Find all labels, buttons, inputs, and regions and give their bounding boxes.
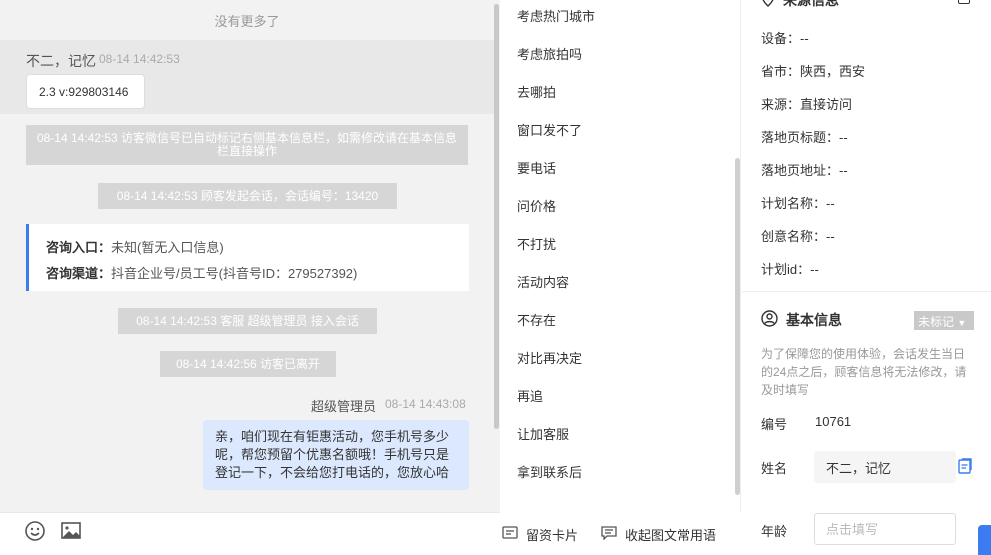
- quick-reply-item[interactable]: 不打扰: [517, 234, 556, 253]
- leave-card-button[interactable]: 留资卡片: [502, 525, 578, 544]
- source-landing-url: 落地页地址：--: [761, 163, 848, 178]
- mark-status-label: 未标记: [918, 315, 955, 329]
- source-creative-name: 创意名称：--: [761, 229, 835, 244]
- system-message-wechat-marked: 08-14 14:42:53 访客微信号已自动标记右侧基本信息栏，如需修改请在基…: [26, 125, 468, 165]
- message-icon: [601, 526, 617, 543]
- copy-icon[interactable]: [958, 0, 970, 4]
- quick-reply-item[interactable]: 要电话: [517, 158, 556, 177]
- image-icon[interactable]: [60, 520, 82, 542]
- chat-panel: 没有更多了 不二，记忆 08-14 14:42:53 2.3 v:9298031…: [0, 0, 500, 555]
- visitor-bubble: 2.3 v:929803146: [26, 74, 145, 109]
- collapse-replies-label: 收起图文常用语: [625, 528, 717, 543]
- source-origin: 来源：直接访问: [761, 97, 853, 112]
- source-plan-id: 计划id：--: [761, 262, 819, 277]
- age-input[interactable]: [814, 513, 956, 545]
- quick-reply-item[interactable]: 对比再决定: [517, 348, 582, 367]
- caret-down-icon: ▼: [957, 318, 967, 328]
- visitor-name: 不二，记忆: [26, 53, 96, 69]
- age-label: 年龄: [761, 524, 788, 539]
- quick-reply-item[interactable]: 活动内容: [517, 272, 569, 291]
- no-more-label: 没有更多了: [214, 14, 280, 29]
- quick-reply-item[interactable]: 拿到联系后: [517, 462, 582, 481]
- name-field[interactable]: 不二，记忆: [814, 451, 956, 483]
- system-message-agent-joined: 08-14 14:42:53 客服 超级管理员 接入会话: [118, 308, 377, 334]
- id-value: 10761: [815, 414, 852, 429]
- leave-card-label: 留资卡片: [526, 528, 579, 543]
- source-device: 设备：--: [761, 31, 809, 46]
- source-province-city: 省市：陕西，西安: [761, 64, 866, 79]
- quick-reply-item[interactable]: 问价格: [517, 196, 556, 215]
- basic-info-title-label: 基本信息: [786, 312, 842, 328]
- quick-reply-item[interactable]: 考虑旅拍吗: [517, 44, 582, 63]
- visitor-time: 08-14 14:42:53: [99, 52, 180, 66]
- agent-bubble: 亲，咱们现在有钜惠活动，您手机号多少呢，帮您预留个优惠名额哦！手机号只是登记一下…: [203, 420, 469, 490]
- name-label: 姓名: [761, 461, 788, 476]
- quick-reply-item[interactable]: 再追: [517, 386, 543, 405]
- quick-reply-item[interactable]: 考虑热门城市: [517, 6, 595, 25]
- system-message-visitor-left: 08-14 14:42:56 访客已离开: [160, 351, 336, 377]
- user-icon: [761, 310, 778, 330]
- chat-message-area[interactable]: 没有更多了 不二，记忆 08-14 14:42:53 2.3 v:9298031…: [0, 0, 500, 512]
- consult-entry: 咨询入口：未知(暂无入口信息): [46, 240, 224, 255]
- side-float-button[interactable]: [978, 525, 991, 555]
- source-landing-title: 落地页标题：--: [761, 130, 848, 145]
- quick-reply-item[interactable]: 不存在: [517, 310, 556, 329]
- consult-channel: 咨询渠道：抖音企业号/员工号(抖音号ID：279527392): [46, 266, 358, 281]
- quick-reply-item[interactable]: 让加客服: [517, 424, 569, 443]
- section-divider: [742, 291, 991, 292]
- chat-scrollbar-thumb[interactable]: [494, 4, 499, 429]
- edit-notice: 为了保障您的使用体验，会话发生当日的24点之后，顾客信息将无法修改，请及时填写: [761, 347, 967, 397]
- source-info-title: 来源信息: [761, 0, 839, 10]
- agent-time: 08-14 14:43:08: [385, 397, 466, 411]
- source-info-title-label: 来源信息: [783, 0, 839, 8]
- agent-name: 超级管理员: [311, 399, 377, 414]
- collapse-replies-button[interactable]: 收起图文常用语: [601, 525, 716, 544]
- edit-icon[interactable]: [958, 458, 972, 477]
- quick-reply-item[interactable]: 窗口发不了: [517, 120, 582, 139]
- quick-reply-item[interactable]: 去哪拍: [517, 82, 556, 101]
- smiley-icon[interactable]: [24, 520, 46, 542]
- source-plan-name: 计划名称：--: [761, 196, 835, 211]
- id-label: 编号: [761, 417, 788, 432]
- consult-info-card: 咨询入口：未知(暂无入口信息) 咨询渠道：抖音企业号/员工号(抖音号ID：279…: [26, 224, 469, 291]
- quick-replies-scrollbar-thumb[interactable]: [735, 158, 740, 495]
- basic-info-title: 基本信息: [761, 310, 842, 330]
- location-icon: [761, 0, 775, 10]
- mark-status-dropdown[interactable]: 未标记 ▼: [914, 311, 974, 330]
- system-message-session-start: 08-14 14:42:53 顾客发起会话，会话编号：13420: [98, 183, 397, 209]
- card-icon: [502, 526, 518, 543]
